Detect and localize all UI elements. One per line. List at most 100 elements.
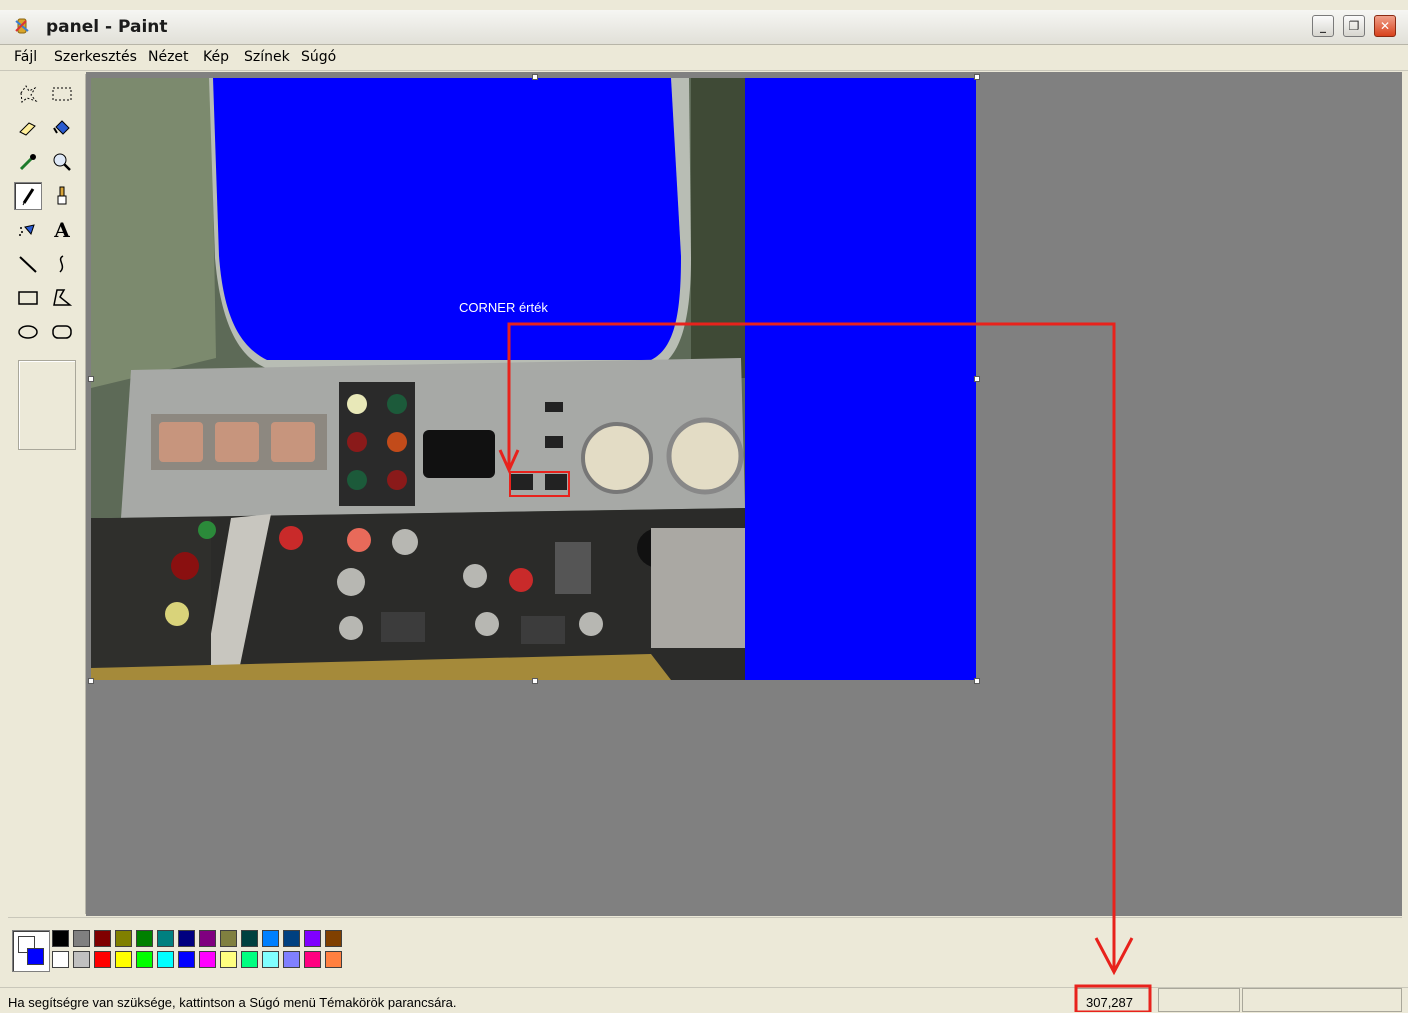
- menu-help[interactable]: Súgó: [301, 49, 336, 65]
- minimize-button[interactable]: _: [1312, 15, 1334, 37]
- rect-select-icon: [52, 87, 72, 101]
- color-swatch[interactable]: [199, 930, 216, 947]
- toolbox: A: [8, 74, 86, 914]
- polygon-icon: [53, 289, 73, 306]
- current-colors-box[interactable]: [12, 930, 50, 972]
- color-swatch[interactable]: [262, 951, 279, 968]
- cursor-coords: 307,287: [1086, 995, 1133, 1010]
- title-bar[interactable]: panel - Paint _ ❐ ✕: [0, 10, 1408, 45]
- color-swatch[interactable]: [283, 951, 300, 968]
- pencil-icon: [22, 188, 35, 206]
- tool-brush[interactable]: [48, 182, 76, 210]
- curve-icon: [59, 255, 64, 273]
- tool-airbrush[interactable]: [14, 216, 42, 244]
- paint-app-icon: [15, 18, 29, 34]
- status-empty-pane: [1242, 988, 1402, 1012]
- color-swatch[interactable]: [220, 930, 237, 947]
- brush-icon: [57, 186, 67, 205]
- color-swatch[interactable]: [157, 930, 174, 947]
- color-swatch[interactable]: [178, 930, 195, 947]
- drawing-canvas[interactable]: CORNER érték: [91, 78, 976, 680]
- color-swatch[interactable]: [241, 951, 258, 968]
- tool-curve[interactable]: [48, 250, 76, 278]
- cab-panel-image: [91, 78, 745, 680]
- menu-colors[interactable]: Színek: [244, 49, 290, 65]
- tool-options-box[interactable]: [18, 360, 76, 450]
- free-select-icon: [20, 85, 38, 103]
- tool-rectangle[interactable]: [14, 284, 42, 312]
- paint-window: panel - Paint _ ❐ ✕ Fájl Szerkesztés Néz…: [0, 0, 1408, 1013]
- color-swatch[interactable]: [94, 951, 111, 968]
- menu-edit[interactable]: Szerkesztés: [54, 49, 137, 65]
- restore-button[interactable]: ❐: [1343, 15, 1365, 37]
- color-swatch[interactable]: [304, 930, 321, 947]
- resize-handle-bottom[interactable]: [532, 678, 538, 684]
- color-swatch[interactable]: [241, 930, 258, 947]
- line-icon: [19, 256, 37, 273]
- resize-handle-top-right[interactable]: [974, 74, 980, 80]
- resize-handle-left[interactable]: [88, 376, 94, 382]
- color-swatch[interactable]: [52, 951, 69, 968]
- status-bar: Ha segítségre van szüksége, kattintson a…: [0, 987, 1408, 1013]
- ellipse-icon: [18, 325, 38, 339]
- resize-handle-top[interactable]: [532, 74, 538, 80]
- minimize-icon: _: [1320, 19, 1326, 33]
- cab-photo: [91, 78, 745, 680]
- color-swatch[interactable]: [52, 930, 69, 947]
- color-swatch[interactable]: [283, 930, 300, 947]
- close-button[interactable]: ✕: [1374, 15, 1396, 37]
- color-swatch[interactable]: [94, 930, 111, 947]
- tool-color-picker[interactable]: [14, 148, 42, 176]
- color-swatch[interactable]: [115, 951, 132, 968]
- tool-line[interactable]: [14, 250, 42, 278]
- fill-icon: [53, 120, 70, 135]
- color-swatch[interactable]: [325, 951, 342, 968]
- color-swatch[interactable]: [73, 930, 90, 947]
- rounded-rect-icon: [52, 325, 72, 339]
- close-icon: ✕: [1379, 19, 1391, 33]
- tool-rect-select[interactable]: [48, 80, 76, 108]
- tool-text[interactable]: A: [48, 216, 76, 244]
- tool-eraser[interactable]: [14, 114, 42, 142]
- color-swatch[interactable]: [262, 930, 279, 947]
- tool-free-select[interactable]: [14, 80, 42, 108]
- airbrush-icon: [19, 224, 35, 236]
- status-coords-pane: 307,287: [1076, 988, 1150, 1012]
- canvas-area[interactable]: CORNER érték: [86, 72, 1402, 916]
- tool-polygon[interactable]: [48, 284, 76, 312]
- menu-bar: Fájl Szerkesztés Nézet Kép Színek Súgó: [0, 45, 1408, 71]
- tool-ellipse[interactable]: [14, 318, 42, 346]
- tool-magnifier[interactable]: [48, 148, 76, 176]
- text-icon: A: [54, 218, 70, 242]
- color-swatch[interactable]: [325, 930, 342, 947]
- eraser-icon: [19, 122, 36, 136]
- menu-view[interactable]: Nézet: [148, 49, 189, 65]
- magnifier-icon: [53, 153, 71, 171]
- corner-annotation-label: CORNER érték: [459, 300, 548, 315]
- menu-file[interactable]: Fájl: [14, 49, 37, 65]
- background-color: [27, 948, 44, 965]
- tool-pencil[interactable]: [14, 182, 42, 210]
- menu-image[interactable]: Kép: [203, 49, 229, 65]
- resize-handle-bottom-left[interactable]: [88, 678, 94, 684]
- color-palette: [8, 917, 1402, 984]
- rectangle-icon: [18, 291, 38, 305]
- color-swatch[interactable]: [136, 951, 153, 968]
- color-swatch[interactable]: [136, 930, 153, 947]
- tool-fill[interactable]: [48, 114, 76, 142]
- color-swatch[interactable]: [178, 951, 195, 968]
- restore-icon: ❐: [1348, 19, 1360, 33]
- tool-rounded-rect[interactable]: [48, 318, 76, 346]
- resize-handle-right[interactable]: [974, 376, 980, 382]
- color-swatch[interactable]: [157, 951, 174, 968]
- color-swatch[interactable]: [115, 930, 132, 947]
- color-swatch[interactable]: [220, 951, 237, 968]
- color-picker-icon: [19, 154, 36, 171]
- color-swatch[interactable]: [73, 951, 90, 968]
- color-swatch[interactable]: [199, 951, 216, 968]
- color-swatch[interactable]: [304, 951, 321, 968]
- resize-handle-bottom-right[interactable]: [974, 678, 980, 684]
- status-size-pane: [1158, 988, 1240, 1012]
- window-title: panel - Paint: [46, 17, 168, 37]
- status-help-text: Ha segítségre van szüksége, kattintson a…: [8, 995, 457, 1010]
